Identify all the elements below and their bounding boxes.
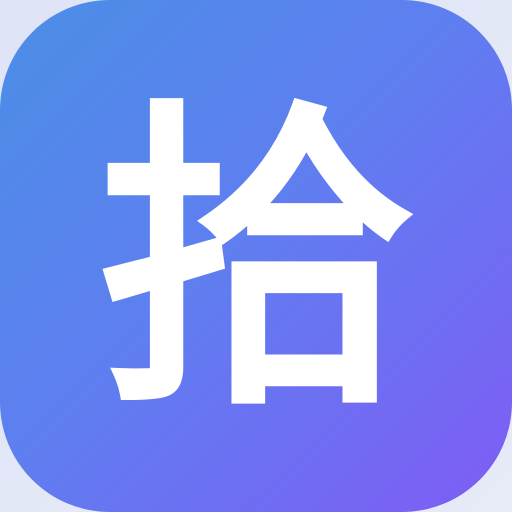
icon-canvas: 拾 [0,0,512,512]
app-icon-glyph: 拾 [96,76,416,448]
app-icon[interactable]: 拾 [0,0,512,512]
